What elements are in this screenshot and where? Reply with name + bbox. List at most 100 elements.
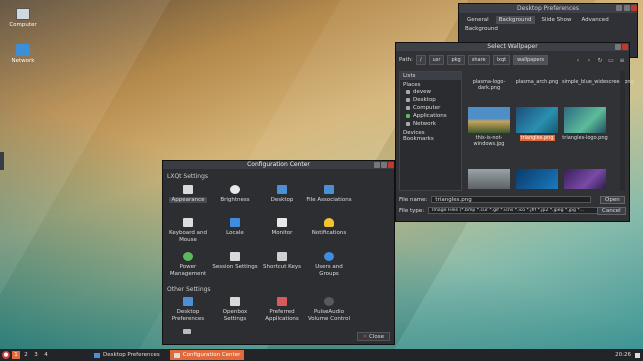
workspace-1[interactable]: 1 (12, 351, 20, 359)
file-grid-scrollbar[interactable] (620, 71, 625, 191)
thumbnail-image (468, 107, 510, 133)
cc-item-file-associations[interactable]: File Associations (306, 185, 352, 204)
cc-item-shortcut-keys[interactable]: Shortcut Keys (259, 252, 305, 271)
workspace-4[interactable]: 4 (42, 351, 50, 359)
file-name-row: File name: triangles.png (399, 196, 592, 203)
cc-item-notifications[interactable]: Notifications (306, 218, 352, 237)
file-item[interactable]: simple_blue_widescreen.png (562, 79, 634, 85)
close-icon[interactable] (388, 162, 394, 168)
places-bookmarks[interactable]: Bookmarks (400, 136, 461, 142)
places-header[interactable]: Lists (400, 72, 461, 80)
file-name: plasma-logo-dark.png (472, 79, 506, 91)
path-crumb[interactable]: pkg (447, 55, 465, 65)
file-item[interactable]: triangles-logo.png (562, 107, 608, 141)
places-item-desktop[interactable]: Desktop (400, 96, 461, 104)
desktop-preferences-icon (183, 297, 193, 306)
tab-general[interactable]: General (464, 16, 492, 24)
thumbnail-image (516, 107, 558, 133)
new-folder-icon[interactable]: ▭ (607, 57, 615, 64)
file-item-selected[interactable]: triangles.png (514, 107, 560, 141)
places-item-home[interactable]: devew (400, 88, 461, 96)
tab-advanced[interactable]: Advanced (579, 16, 612, 24)
network-icon (406, 122, 410, 126)
workspace-2[interactable]: 2 (22, 351, 30, 359)
places-item-label: Computer (413, 105, 441, 111)
forward-icon[interactable]: › (585, 57, 593, 64)
more-settings-icon[interactable] (183, 329, 191, 334)
cc-item-label: Desktop Preferences (171, 309, 205, 322)
close-icon[interactable] (622, 44, 628, 50)
thumbnail-image[interactable] (468, 169, 510, 189)
select-wallpaper-dialog: Select Wallpaper Path: / usr pkg share l… (395, 42, 634, 222)
dialog-title: Select Wallpaper (396, 43, 629, 51)
open-button[interactable]: Open (600, 196, 625, 204)
cc-item-preferred-applications[interactable]: Preferred Applications (259, 297, 305, 322)
places-item-computer[interactable]: Computer (400, 104, 461, 112)
back-icon[interactable]: ‹ (574, 57, 582, 64)
path-crumb[interactable]: lxqt (492, 55, 511, 65)
file-item[interactable]: plasma_arch.png (514, 79, 560, 85)
session-icon (230, 252, 240, 261)
reload-icon[interactable]: ↻ (596, 57, 604, 64)
other-settings-heading: Other Settings (167, 286, 211, 293)
close-button-label: Close (369, 334, 384, 340)
file-name-label: File name: (399, 196, 428, 203)
places-devices[interactable]: Devices (400, 128, 461, 136)
task-desktop-preferences[interactable]: Desktop Preferences (90, 350, 164, 360)
cc-item-power-management[interactable]: Power Management (165, 252, 211, 277)
clock[interactable]: 20:26 (615, 352, 631, 358)
brightness-icon (230, 185, 240, 194)
file-name-input[interactable]: triangles.png (431, 196, 592, 203)
cc-item-desktop-preferences[interactable]: Desktop Preferences (165, 297, 211, 322)
cc-item-brightness[interactable]: Brightness (212, 185, 258, 204)
view-mode-icon[interactable]: ≡ (618, 57, 626, 64)
cc-item-desktop[interactable]: Desktop (259, 185, 305, 204)
thumbnail-image[interactable] (564, 169, 606, 189)
cc-item-users-and-groups[interactable]: Users and Groups (306, 252, 352, 277)
places-item-label: devew (413, 89, 432, 95)
cc-item-pulseaudio[interactable]: PulseAudio Volume Control (306, 297, 352, 322)
file-name: this-is-not-windows.jpg (473, 135, 505, 147)
file-name: plasma_arch.png (515, 79, 559, 85)
file-item[interactable]: plasma-logo-dark.png (466, 79, 512, 91)
desktop-icon-network[interactable]: Network (3, 44, 43, 64)
maximize-icon[interactable] (381, 162, 387, 168)
cc-item-keyboard-and-mouse[interactable]: Keyboard and Mouse (165, 218, 211, 243)
cc-item-openbox-settings[interactable]: Openbox Settings (212, 297, 258, 322)
path-crumb[interactable]: usr (428, 55, 445, 65)
workspace-3[interactable]: 3 (32, 351, 40, 359)
tab-background[interactable]: Background (495, 16, 535, 24)
minimize-icon[interactable] (616, 5, 622, 11)
maximize-icon[interactable] (615, 44, 621, 50)
path-crumb[interactable]: / (415, 55, 426, 65)
side-panel-handle[interactable] (0, 152, 4, 170)
cc-item-session-settings[interactable]: Session Settings (212, 252, 258, 271)
minimize-icon[interactable] (374, 162, 380, 168)
cc-item-monitor[interactable]: Monitor (259, 218, 305, 237)
places-item-applications[interactable]: Applications (400, 112, 461, 120)
cancel-button[interactable]: Cancel (597, 207, 626, 215)
desktop-icon-computer[interactable]: Computer (3, 8, 43, 28)
cc-item-label: Appearance (169, 197, 207, 203)
volume-icon[interactable] (635, 352, 640, 358)
close-button[interactable]: ✕ Close (356, 332, 390, 341)
path-crumb[interactable]: share (467, 55, 490, 65)
desktop-icon-label: Network (11, 58, 35, 64)
cc-item-appearance[interactable]: Appearance (165, 185, 211, 204)
network-icon (16, 44, 30, 56)
file-item[interactable]: this-is-not-windows.jpg (466, 107, 512, 147)
start-menu-icon[interactable]: ● (2, 351, 10, 359)
close-icon[interactable] (631, 5, 637, 11)
maximize-icon[interactable] (624, 5, 630, 11)
places-item-network[interactable]: Network (400, 120, 461, 128)
cc-item-label: PulseAudio Volume Control (307, 309, 351, 322)
places-item-label: Network (413, 121, 436, 127)
tab-slide-show[interactable]: Slide Show (539, 16, 575, 24)
cc-item-locale[interactable]: Locale (212, 218, 258, 237)
path-crumb-current[interactable]: wallpapers (513, 55, 549, 65)
thumbnail-image[interactable] (516, 169, 558, 189)
task-configuration-center[interactable]: Configuration Center (169, 350, 245, 360)
file-type-select[interactable]: Image Files (*.bmp *.cur *.gif *.icns *.… (428, 207, 599, 214)
home-icon (406, 90, 410, 94)
cc-item-label: Power Management (169, 264, 207, 277)
